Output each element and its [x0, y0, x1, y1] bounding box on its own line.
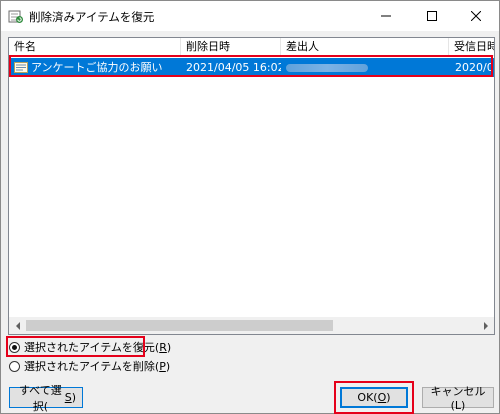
- close-icon: [471, 11, 481, 21]
- mail-item-icon: [14, 62, 28, 73]
- minimize-icon: [381, 15, 391, 17]
- restore-label: 選択されたアイテムを復元(R): [24, 341, 172, 354]
- restore-option[interactable]: 選択されたアイテムを復元(R): [9, 339, 171, 355]
- minimize-button[interactable]: [363, 1, 409, 31]
- select-all-button[interactable]: すべて選択(S): [9, 384, 83, 413]
- column-header-deleted[interactable]: 削除日時: [181, 38, 281, 55]
- list-header: 件名 削除日時 差出人 受信日時: [9, 38, 494, 56]
- column-header-subject[interactable]: 件名: [9, 38, 181, 55]
- chevron-right-icon: [483, 321, 488, 330]
- cancel-button[interactable]: キャンセル(L): [422, 385, 494, 412]
- close-button[interactable]: [453, 1, 499, 31]
- horizontal-scrollbar[interactable]: [9, 317, 494, 334]
- restore-radio[interactable]: [9, 341, 20, 353]
- maximize-button[interactable]: [409, 1, 455, 31]
- scrollbar-thumb[interactable]: [26, 320, 333, 331]
- delete-option[interactable]: 選択されたアイテムを削除(P): [9, 358, 170, 374]
- cell-subject: アンケートご協力のお願い: [14, 58, 181, 77]
- restore-app-icon: [8, 10, 23, 23]
- column-header-received[interactable]: 受信日時: [449, 38, 494, 55]
- cell-deleted: 2021/04/05 16:02: [186, 61, 281, 74]
- scroll-right-button[interactable]: [477, 317, 494, 334]
- cell-sender: [286, 58, 446, 77]
- window-title: 削除済みアイテムを復元: [29, 10, 155, 24]
- delete-radio[interactable]: [9, 360, 20, 372]
- subject-text: アンケートご協力のお願い: [31, 61, 163, 74]
- column-header-sender[interactable]: 差出人: [281, 38, 449, 55]
- title-bar: 削除済みアイテムを復元: [1, 1, 499, 31]
- deleted-items-list[interactable]: 件名 削除日時 差出人 受信日時 アンケートご協力のお願い 2021/04/05…: [8, 37, 495, 335]
- sender-redacted: [286, 63, 368, 72]
- list-item[interactable]: アンケートご協力のお願い 2021/04/05 16:02 2020/07: [9, 58, 494, 77]
- scroll-left-button[interactable]: [9, 317, 26, 334]
- ok-button[interactable]: OK(O): [340, 387, 408, 408]
- cell-received: 2020/07: [455, 61, 494, 74]
- maximize-icon: [427, 11, 437, 21]
- restore-dialog: 削除済みアイテムを復元 件名 削除日時 差出人 受信日時 アンケートご協力のお願…: [0, 0, 500, 414]
- delete-label: 選択されたアイテムを削除(P): [24, 360, 171, 373]
- chevron-left-icon: [15, 321, 20, 330]
